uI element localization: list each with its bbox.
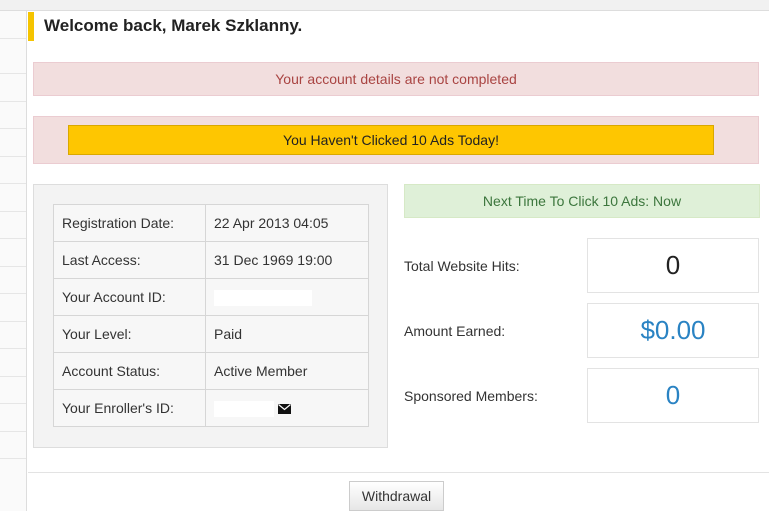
amount-earned-label: Amount Earned: [404, 323, 506, 339]
total-hits-label: Total Website Hits: [404, 258, 520, 274]
page-title: Welcome back, Marek Szklanny. [44, 16, 303, 35]
table-row: Account Status: Active Member [53, 352, 369, 390]
last-access-value: 31 Dec 1969 19:00 [205, 241, 369, 279]
level-value: Paid [205, 315, 369, 353]
clicked-ads-button[interactable]: You Haven't Clicked 10 Ads Today! [68, 125, 714, 155]
amount-earned-value: $0.00 [640, 315, 706, 345]
sponsored-members-box: 0 [587, 368, 759, 423]
sidebar-row[interactable] [0, 431, 26, 432]
footer-divider [28, 472, 769, 473]
sidebar-row[interactable] [0, 238, 26, 239]
enroller-id-value [205, 389, 369, 427]
title-accent-bar [28, 12, 34, 41]
table-row: Your Account ID: [53, 278, 369, 316]
account-status-value: Active Member [205, 352, 369, 390]
sidebar-row[interactable] [0, 101, 26, 102]
redacted-enroller-id [214, 400, 274, 417]
sponsored-members-value: 0 [665, 380, 681, 410]
account-id-value [205, 278, 369, 316]
sidebar-row[interactable] [0, 293, 26, 294]
last-access-label: Last Access: [53, 241, 206, 279]
account-info-table: Registration Date: 22 Apr 2013 04:05 Las… [53, 204, 369, 427]
sidebar-row[interactable] [0, 348, 26, 349]
sidebar-row[interactable] [0, 211, 26, 212]
table-row: Your Level: Paid [53, 315, 369, 353]
sidebar-row[interactable] [0, 321, 26, 322]
sidebar-row[interactable] [0, 403, 26, 404]
amount-earned-box: $0.00 [587, 303, 759, 358]
sidebar-row[interactable] [0, 73, 26, 74]
account-incomplete-alert: Your account details are not completed [33, 62, 759, 96]
account-status-label: Account Status: [53, 352, 206, 390]
total-hits-value: 0 [665, 250, 681, 280]
next-click-alert: Next Time To Click 10 Ads: Now [404, 184, 760, 218]
left-sidebar [0, 11, 27, 511]
sidebar-row[interactable] [0, 266, 26, 267]
next-click-text: Next Time To Click 10 Ads: Now [482, 193, 682, 209]
table-row: Your Enroller's ID: [53, 389, 369, 427]
top-bar [0, 0, 769, 11]
sidebar-row[interactable] [0, 128, 26, 129]
table-row: Registration Date: 22 Apr 2013 04:05 [53, 204, 369, 242]
withdrawal-button[interactable]: Withdrawal [349, 481, 444, 511]
redacted-account-id [214, 289, 312, 306]
registration-date-value: 22 Apr 2013 04:05 [205, 204, 369, 242]
level-label: Your Level: [53, 315, 206, 353]
ads-alert: You Haven't Clicked 10 Ads Today! [33, 116, 759, 164]
account-incomplete-text: Your account details are not completed [275, 71, 517, 87]
total-hits-box: 0 [587, 238, 759, 293]
sidebar-row[interactable] [0, 183, 26, 184]
sidebar-row[interactable] [0, 376, 26, 377]
sidebar-row[interactable] [0, 458, 26, 459]
sidebar-row[interactable] [0, 156, 26, 157]
sidebar-row[interactable] [0, 38, 26, 39]
account-id-label: Your Account ID: [53, 278, 206, 316]
enroller-id-label: Your Enroller's ID: [53, 389, 206, 427]
sponsored-members-label: Sponsored Members: [404, 388, 538, 404]
account-info-panel: Registration Date: 22 Apr 2013 04:05 Las… [33, 184, 388, 448]
envelope-icon[interactable] [278, 401, 291, 417]
registration-date-label: Registration Date: [53, 204, 206, 242]
table-row: Last Access: 31 Dec 1969 19:00 [53, 241, 369, 279]
